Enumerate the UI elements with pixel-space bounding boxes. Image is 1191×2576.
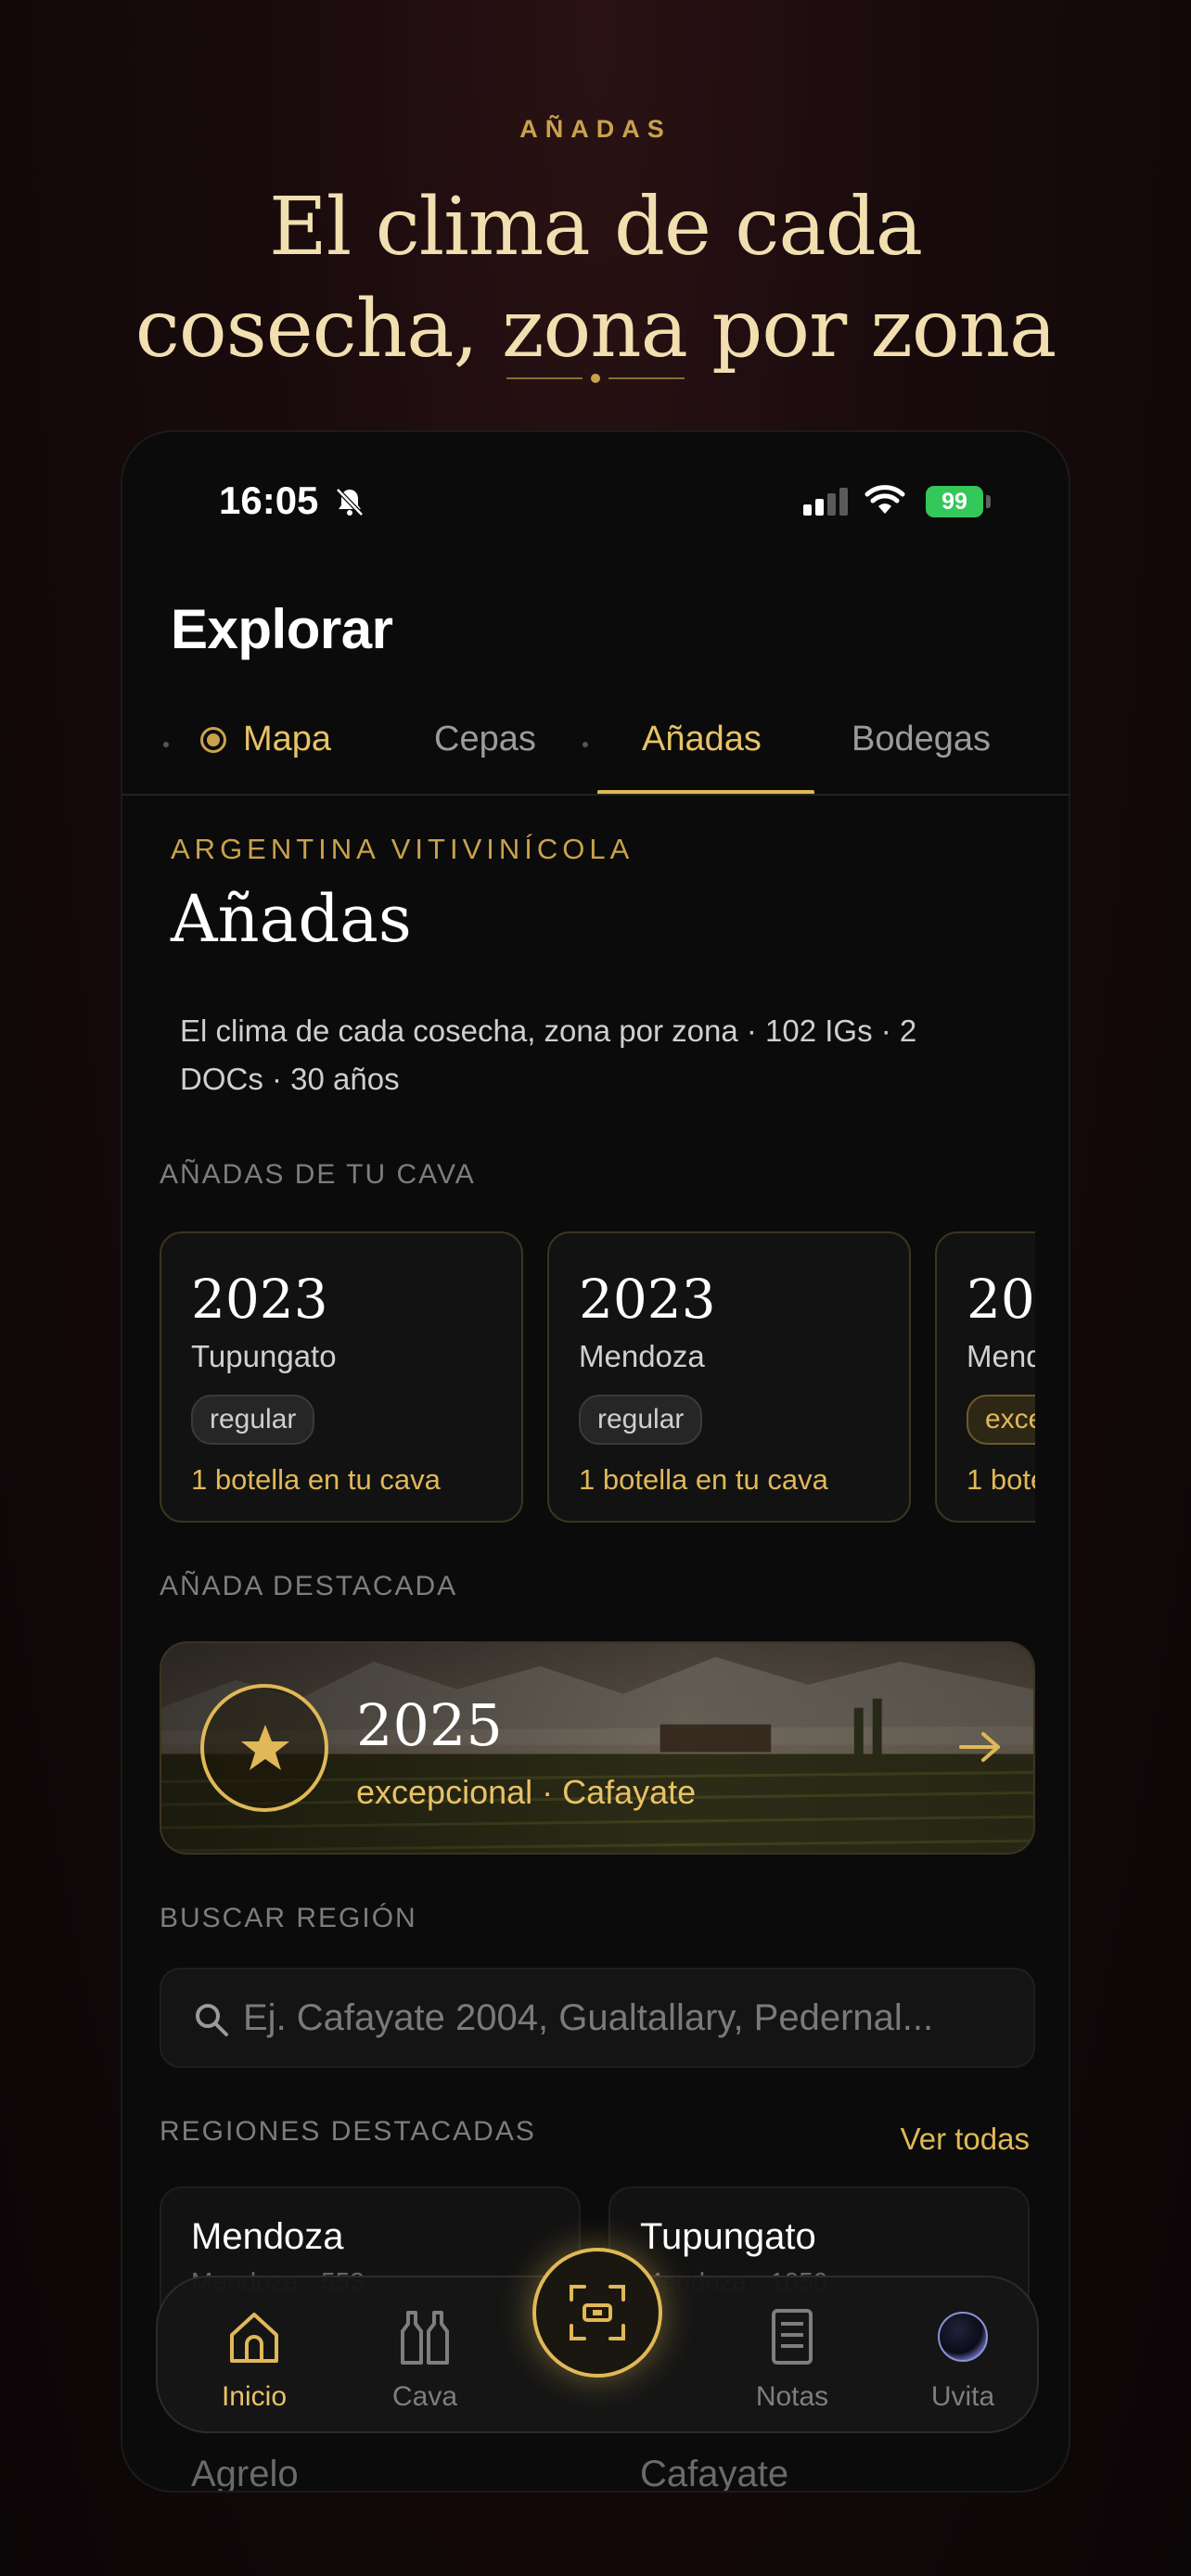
tab-mapa[interactable]: Mapa [200,720,331,759]
nav-cava[interactable]: Cava [341,2305,508,2413]
page-title: Explorar [171,598,393,660]
vintage-card[interactable]: 2024 Mendoza excepcional 1 botella en tu… [935,1231,1035,1523]
region-card-peek[interactable]: Cafayate [640,2454,788,2491]
region-name: Tupungato [640,2216,816,2257]
star-icon [241,1725,289,1770]
vintage-bottle-count: 1 botella en tu cava [579,1463,828,1496]
featured-regions-label: REGIONES DESTACADAS [160,2116,536,2147]
section-description: El clima de cada cosecha, zona por zona … [180,1014,917,1096]
cellar-vintages-label: AÑADAS DE TU CAVA [160,1159,476,1190]
nav-inicio[interactable]: Inicio [171,2305,338,2413]
wifi-icon [864,485,905,514]
search-icon [196,2004,228,2036]
vintage-bottle-count: 1 botella en tu cava [191,1463,441,1496]
scan-button[interactable] [532,2248,662,2378]
signal-icon [803,488,848,516]
bottles-icon [401,2311,449,2365]
tab-anadas[interactable]: Añadas [642,720,762,759]
arrow-right-icon [959,1732,1000,1762]
vintage-bottle-count: 1 botella en tu cava [967,1463,1035,1496]
map-pin-icon [200,726,226,753]
vintage-year: 2023 [579,1268,716,1331]
bell-muted-icon [336,488,364,516]
star-badge [200,1684,328,1812]
featured-year: 2025 [356,1691,503,1759]
section-title: Añadas [171,881,412,957]
assistant-orb-icon [938,2312,988,2362]
see-all-link[interactable]: Ver todas [901,2122,1030,2157]
search-region-label: BUSCAR REGIÓN [160,1903,417,1933]
tab-cepas[interactable]: Cepas [434,720,536,759]
featured-vintage-card[interactable]: 2025 excepcional · Cafayate [160,1641,1035,1855]
region-name: Mendoza [191,2216,344,2257]
battery-cap [986,495,991,508]
tab-divider [122,794,1069,796]
search-input[interactable] [243,1970,1013,2066]
promo-title: El clima de cada cosecha, zona por zona [134,181,1057,376]
vintage-rating-badge: regular [579,1395,703,1445]
section-eyebrow: ARGENTINA VITIVINÍCOLA [171,833,634,865]
vintage-rating-badge: excepcional [967,1395,1035,1445]
featured-vintage-label: AÑADA DESTACADA [160,1571,458,1601]
vintage-year: 2024 [967,1268,1035,1331]
ornament-divider-icon [506,374,685,383]
vintage-year: 2023 [191,1268,328,1331]
promo-kicker: AÑADAS [519,115,672,143]
vintage-region: Mendoza [967,1339,1035,1373]
vintage-region: Mendoza [579,1339,705,1373]
scan-label-icon [570,2285,625,2340]
tab-bodegas[interactable]: Bodegas [852,720,991,759]
featured-subtitle: excepcional · Cafayate [356,1773,697,1811]
decor-dot [163,742,169,747]
search-box[interactable] [160,1968,1035,2068]
region-card-peek[interactable]: Agrelo [191,2454,299,2491]
vintage-card[interactable]: 2023 Mendoza regular 1 botella en tu cav… [547,1231,911,1523]
phone-frame: 16:05 99 Explorar Mapa Cepas Añadas Bode… [121,430,1070,2493]
nav-notas[interactable]: Notas [709,2305,876,2413]
vintage-region: Tupungato [191,1339,337,1373]
status-time: 16:05 [219,478,319,522]
battery-indicator: 99 [926,486,983,517]
cellar-vintages-carousel[interactable]: 2023 Tupungato regular 1 botella en tu c… [160,1231,1035,1524]
vintage-rating-badge: regular [191,1395,315,1445]
home-icon [230,2313,278,2363]
notes-icon [772,2309,813,2365]
nav-uvita[interactable]: Uvita [879,2305,1046,2413]
decor-dot [583,742,588,747]
vintage-card[interactable]: 2023 Tupungato regular 1 botella en tu c… [160,1231,523,1523]
